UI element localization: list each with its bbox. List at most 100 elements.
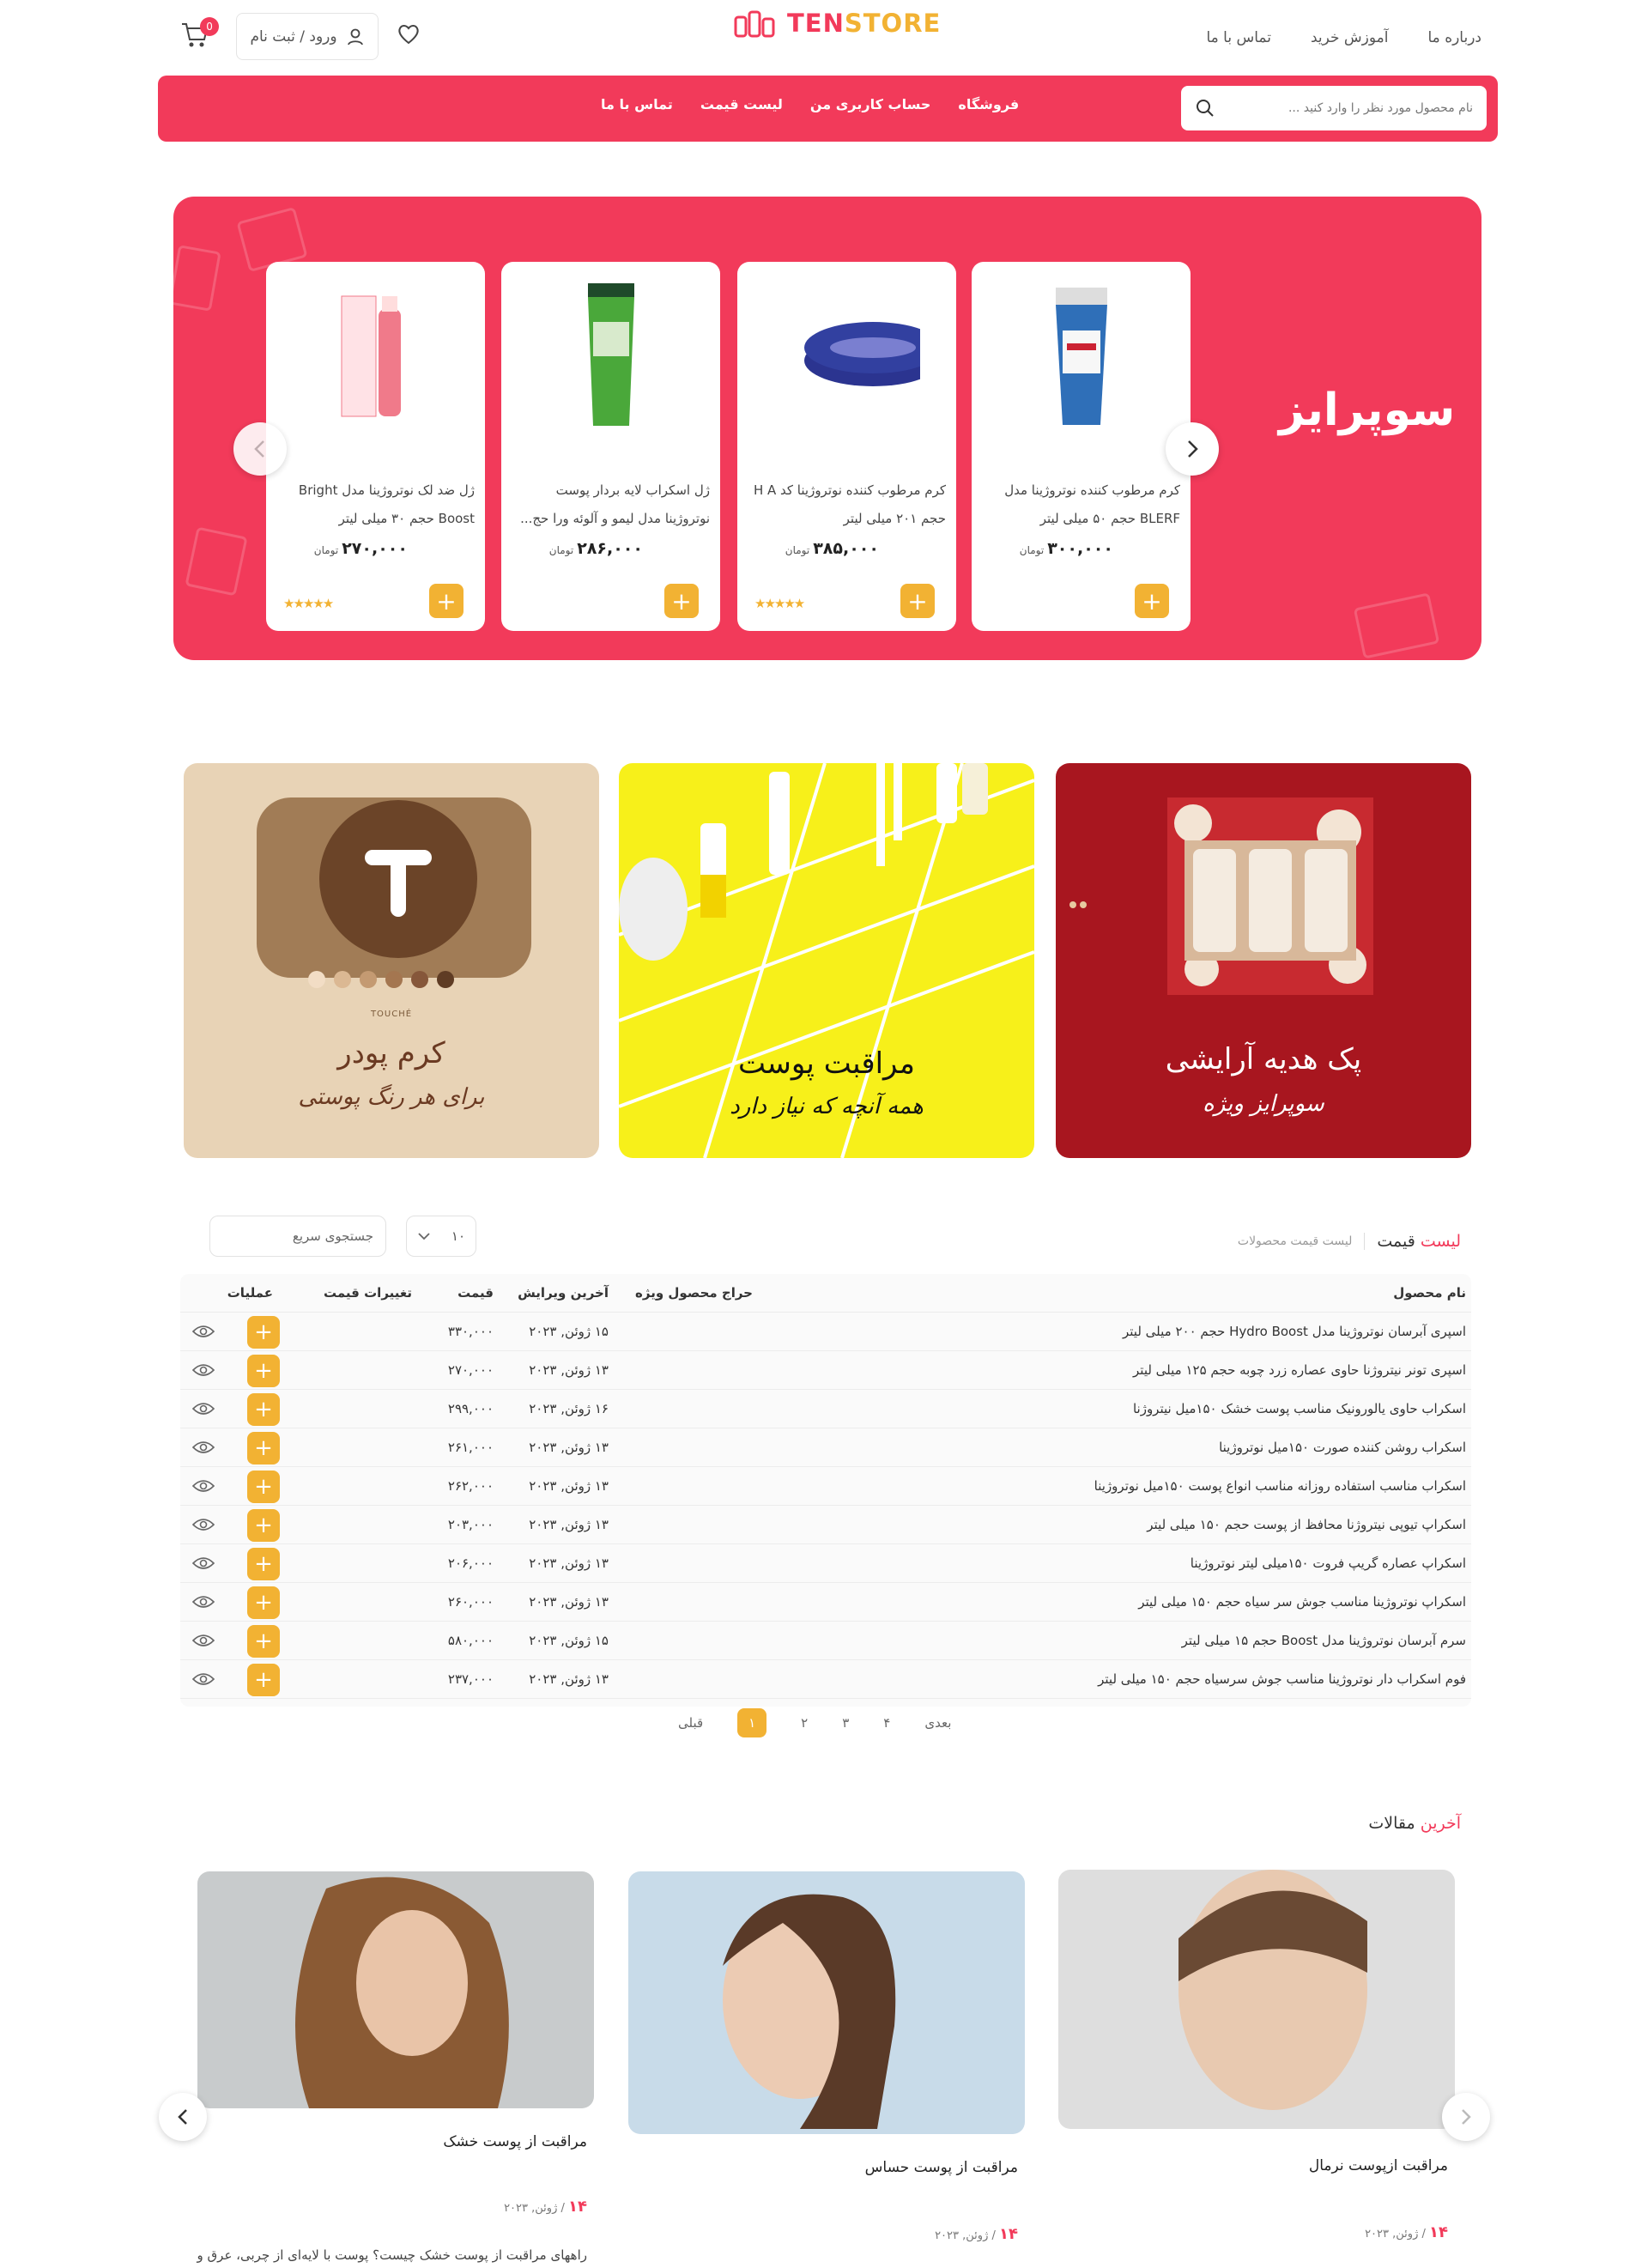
logo[interactable]: TENSTORE — [734, 9, 941, 38]
slider-next-button[interactable] — [1166, 422, 1219, 476]
search-box[interactable] — [1181, 86, 1487, 130]
eye-icon[interactable] — [192, 1593, 215, 1610]
eye-icon[interactable] — [192, 1361, 215, 1379]
top-link-contact[interactable]: تماس با ما — [1206, 29, 1271, 46]
table-row: اسپری تونر نیتروژنا حاوی عصاره زرد چوبه … — [180, 1351, 1471, 1390]
row-product-name[interactable]: اسکراب روشن کننده صورت ۱۵۰میل نوتروژینا — [1219, 1440, 1466, 1455]
article-title[interactable]: مراقبت از پوست حساس — [865, 2159, 1018, 2176]
article-date: ۱۴ / ژوئن, ۲۰۲۳ — [504, 2198, 587, 2216]
row-add-to-cart-button[interactable]: + — [247, 1548, 280, 1580]
eye-icon[interactable] — [192, 1632, 215, 1649]
login-label: ورود / ثبت نام — [250, 27, 337, 45]
pager-page-2[interactable]: ۲ — [801, 1715, 808, 1731]
product-card[interactable]: ژل اسکراب لایه بردار پوست نوتروژینا مدل … — [501, 262, 720, 631]
price-list-table: نام محصول حراج محصول ویژه آخرین ویرایش ق… — [180, 1274, 1471, 1707]
add-to-cart-button[interactable]: + — [900, 584, 935, 618]
row-add-to-cart-button[interactable]: + — [247, 1393, 280, 1426]
row-product-name[interactable]: اسکراب مناسب استفاده روزانه مناسب انواع … — [1094, 1478, 1466, 1494]
chevron-left-icon — [254, 440, 264, 458]
user-icon — [347, 28, 363, 45]
pager-page-1[interactable]: ۱ — [737, 1708, 767, 1737]
product-name[interactable]: ژل ضد لک نوتروژینا مدل Bright Boost حجم … — [276, 476, 475, 533]
nav-link-account[interactable]: حساب کاربری من — [810, 96, 931, 112]
article-title[interactable]: مراقبت ازپوست نرمال — [1309, 2157, 1448, 2174]
row-product-name[interactable]: اسکراپ نوتروژینا مناسب جوش سر سیاه حجم ۱… — [1138, 1594, 1466, 1610]
articles-prev-button[interactable] — [159, 2093, 207, 2141]
articles-next-button[interactable] — [1442, 2093, 1490, 2141]
eye-icon[interactable] — [192, 1439, 215, 1456]
row-add-to-cart-button[interactable]: + — [247, 1625, 280, 1658]
product-name[interactable]: کرم مرطوب کننده نوتروژینا کد H A حجم ۲۰۱… — [748, 476, 946, 533]
eye-icon[interactable] — [192, 1323, 215, 1340]
article-title[interactable]: مراقبت از پوست خشک — [443, 2133, 587, 2150]
row-product-name[interactable]: اسکراپ تیوپی نیتروژنا محافظ از پوست حجم … — [1147, 1517, 1466, 1532]
row-add-to-cart-button[interactable]: + — [247, 1432, 280, 1464]
eye-icon[interactable] — [192, 1516, 215, 1533]
nav-link-contact[interactable]: تماس با ما — [601, 96, 673, 112]
banner-skin-care[interactable]: مراقبت پوست همه آنچه که نیاز دارد — [619, 763, 1034, 1158]
row-add-to-cart-button[interactable]: + — [247, 1509, 280, 1542]
rating-stars: ★★★★★ — [754, 596, 805, 611]
eye-icon[interactable] — [192, 1555, 215, 1572]
eye-icon[interactable] — [192, 1400, 215, 1417]
banner-subtitle: همه آنچه که نیاز دارد — [730, 1094, 924, 1119]
pager-page-4[interactable]: ۴ — [883, 1715, 890, 1731]
banner-title: پک هدیه آرایشی — [1165, 1042, 1362, 1076]
nav-link-shop[interactable]: فروشگاه — [958, 96, 1019, 112]
row-add-to-cart-button[interactable]: + — [247, 1471, 280, 1503]
row-add-to-cart-button[interactable]: + — [247, 1664, 280, 1696]
eye-icon[interactable] — [192, 1671, 215, 1688]
add-to-cart-button[interactable]: + — [429, 584, 464, 618]
row-product-name[interactable]: اسپری تونر نیتروژنا حاوی عصاره زرد چوبه … — [1133, 1362, 1466, 1378]
row-add-to-cart-button[interactable]: + — [247, 1586, 280, 1619]
row-product-name[interactable]: اسپری آبرسان نوتروژینا مدل Hydro Boost ح… — [1123, 1324, 1466, 1339]
eye-icon[interactable] — [192, 1477, 215, 1495]
per-page-select[interactable]: ۱۰ — [406, 1216, 476, 1257]
row-product-name[interactable]: سرم آبرسان نوتروژینا مدل Boost حجم ۱۵ می… — [1182, 1633, 1466, 1648]
row-add-to-cart-button[interactable]: + — [247, 1316, 280, 1349]
chevron-right-icon — [1188, 440, 1198, 458]
quick-search-input[interactable]: جستجوی سریع — [209, 1216, 386, 1257]
logo-text: TENSTORE — [787, 9, 942, 38]
add-to-cart-button[interactable]: + — [1135, 584, 1169, 618]
article-image — [197, 1871, 594, 2108]
row-price: ۲۶۱,۰۰۰ — [447, 1440, 494, 1455]
chevron-down-icon — [418, 1233, 430, 1240]
row-price: ۲۳۷,۰۰۰ — [447, 1671, 494, 1687]
row-price: ۲۰۶,۰۰۰ — [447, 1555, 494, 1571]
product-name[interactable]: ژل اسکراب لایه بردار پوست نوتروژینا مدل … — [512, 476, 710, 533]
product-card[interactable]: ژل ضد لک نوتروژینا مدل Bright Boost حجم … — [266, 262, 485, 631]
row-price: ۲۰۳,۰۰۰ — [447, 1517, 494, 1532]
product-card[interactable]: کرم مرطوب کننده نوتروژینا مدل BLERF حجم … — [972, 262, 1191, 631]
table-row: اسکراپ نوتروژینا مناسب جوش سر سیاه حجم ۱… — [180, 1583, 1471, 1622]
row-price: ۲۷۰,۰۰۰ — [447, 1362, 494, 1378]
pager-page-3[interactable]: ۳ — [842, 1715, 849, 1731]
row-product-name[interactable]: فوم اسکراب دار نوتروژینا مناسب جوش سرسیا… — [1098, 1671, 1466, 1687]
top-link-tutorial[interactable]: آموزش خرید — [1311, 29, 1389, 46]
product-name[interactable]: کرم مرطوب کننده نوتروژینا مدل BLERF حجم … — [982, 476, 1180, 533]
top-link-about[interactable]: درباره ما — [1428, 29, 1482, 46]
row-product-name[interactable]: اسکراپ عصاره گریپ فروت ۱۵۰میلی لیتر نوتر… — [1191, 1555, 1466, 1571]
search-input[interactable] — [1215, 101, 1473, 115]
top-links: درباره ما آموزش خرید تماس با ما — [1206, 29, 1481, 46]
pager-prev[interactable]: قبلی — [678, 1715, 703, 1731]
row-product-name[interactable]: اسکراب حاوی یالورونیک مناسب پوست خشک ۱۵۰… — [1133, 1401, 1466, 1416]
search-icon[interactable] — [1195, 98, 1215, 118]
banner-gift-pack[interactable]: پک هدیه آرایشی سوپرایز ویژه — [1056, 763, 1471, 1158]
row-add-to-cart-button[interactable]: + — [247, 1355, 280, 1387]
product-card[interactable]: کرم مرطوب کننده نوتروژینا کد H A حجم ۲۰۱… — [737, 262, 956, 631]
article-image — [1058, 1870, 1455, 2129]
pager-next[interactable]: بعدی — [924, 1715, 951, 1731]
slider-prev-button[interactable] — [233, 422, 287, 476]
nav-links: فروشگاه حساب کاربری من لیست قیمت تماس با… — [601, 96, 1019, 112]
chevron-left-icon — [178, 2109, 187, 2125]
nav-link-pricelist[interactable]: لیست قیمت — [700, 96, 783, 112]
banner-foundation[interactable]: TOUCHÉ کرم پودر برای هر رنگ پوستی — [184, 763, 599, 1158]
wishlist-heart-icon[interactable] — [397, 22, 421, 51]
table-row: سرم آبرسان نوتروژینا مدل Boost حجم ۱۵ می… — [180, 1622, 1471, 1660]
product-price: ۲۷۰,۰۰۰تومان — [313, 539, 408, 558]
add-to-cart-button[interactable]: + — [664, 584, 699, 618]
row-price: ۲۶۰,۰۰۰ — [447, 1594, 494, 1610]
login-button[interactable]: ورود / ثبت نام — [236, 13, 379, 60]
banner-subtitle: سوپرایز ویژه — [1203, 1091, 1324, 1117]
